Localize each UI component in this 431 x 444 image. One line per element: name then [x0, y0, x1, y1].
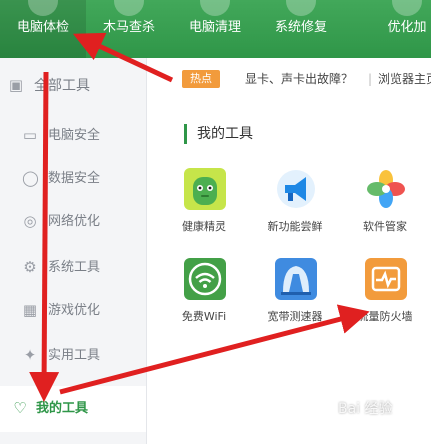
cleanup-icon [200, 0, 230, 16]
wifi-icon [184, 258, 226, 300]
sidebar-item-system-tools[interactable]: ⚙ 系统工具 [0, 248, 146, 288]
tool-software-manager[interactable]: 软件管家 [345, 168, 425, 248]
toolbox-icon: ▣ [8, 76, 24, 94]
tool-traffic-firewall[interactable]: 流量防火墙 [345, 258, 425, 338]
gamepad-icon: ▦ [22, 301, 38, 319]
checkup-icon [28, 0, 58, 16]
hot-badge: 热点 [182, 70, 220, 88]
tool-health-sprite[interactable]: 健康精灵 [164, 168, 244, 248]
tool-broadband-speed-test[interactable]: 宽带测速器 [255, 258, 335, 338]
news-ticker: 热点 显卡、声卡出故障？ | 浏览器主页 [170, 66, 431, 94]
colorful-box-icon [365, 168, 407, 210]
wrench-icon: ✦ [23, 346, 37, 364]
watermark: Bai 经验 [338, 401, 393, 417]
globe-icon: ◎ [23, 212, 37, 230]
shield-icon: ◯ [22, 169, 39, 187]
nav-tab-trojan-scan[interactable]: 木马查杀 [86, 0, 172, 58]
top-navigation-bar: 电脑体检 木马查杀 电脑清理 系统修复 优化加 [0, 0, 431, 58]
green-robot-icon [184, 168, 226, 210]
nav-tab-pc-cleanup[interactable]: 电脑清理 [172, 0, 258, 58]
news-link-sound-card[interactable]: 显卡、声卡出故障？ [245, 70, 353, 88]
sidebar-item-my-tools[interactable]: ♡ 我的工具 [0, 386, 146, 432]
sidebar-item-network-optimize[interactable]: ◎ 网络优化 [0, 202, 146, 242]
heart-icon: ♡ [13, 399, 27, 417]
section-title-my-tools: 我的工具 [184, 124, 253, 144]
sidebar-item-utility-tools[interactable]: ✦ 实用工具 [0, 336, 146, 376]
news-link-browser-homepage[interactable]: 浏览器主页 [378, 70, 431, 88]
tool-category-sidebar: ▣ 全部工具 ▭ 电脑安全 ◯ 数据安全 ◎ 网络优化 ⚙ 系统工具 ▦ 游戏优… [0, 58, 147, 444]
trojan-scan-icon [114, 0, 144, 16]
tool-new-feature-preview[interactable]: 新功能尝鲜 [255, 168, 335, 248]
pulse-icon [365, 258, 407, 300]
sidebar-item-data-security[interactable]: ◯ 数据安全 [0, 159, 146, 199]
news-separator: | [368, 72, 373, 86]
speedometer-icon [275, 258, 317, 300]
nav-tab-system-repair[interactable]: 系统修复 [258, 0, 344, 58]
gear-icon: ⚙ [23, 258, 37, 276]
nav-tab-pc-checkup[interactable]: 电脑体检 [0, 0, 86, 58]
nav-tab-optimize[interactable]: 优化加 [372, 0, 431, 58]
tool-free-wifi[interactable]: 免费WiFi [164, 258, 244, 338]
megaphone-icon [275, 168, 317, 210]
repair-icon [286, 0, 316, 16]
monitor-icon: ▭ [22, 126, 38, 144]
sidebar-item-game-optimize[interactable]: ▦ 游戏优化 [0, 291, 146, 331]
sidebar-item-all-tools[interactable]: ▣ 全部工具 [0, 66, 146, 106]
sidebar-item-pc-security[interactable]: ▭ 电脑安全 [0, 116, 146, 156]
optimize-icon [392, 0, 422, 16]
